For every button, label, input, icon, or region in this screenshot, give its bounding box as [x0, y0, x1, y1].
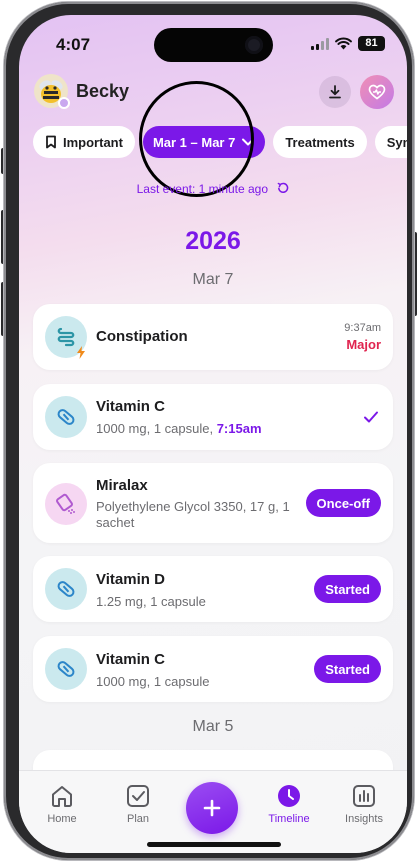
event-title: Vitamin C [96, 398, 165, 415]
severity-label: Major [346, 337, 381, 352]
timeline-card-vitamin-c-started[interactable]: Vitamin C 1000 mg, 1 capsule Started [33, 636, 393, 702]
sachet-icon-wrap [45, 483, 87, 525]
filter-chips: Important Mar 1 – Mar 7 Treatments Symp [33, 126, 407, 158]
pill-icon-wrap [45, 396, 87, 438]
chip-important[interactable]: Important [33, 126, 135, 158]
tab-plan-label: Plan [126, 813, 150, 825]
user-name: Becky [76, 81, 130, 101]
event-detail: Polyethylene Glycol 3350, 17 g, 1 sachet [96, 499, 290, 530]
bookmark-icon [46, 135, 56, 149]
last-event-text[interactable]: Last event: 1 minute ago [19, 182, 407, 196]
dynamic-island [154, 28, 273, 62]
battery-indicator: 81 [358, 36, 385, 51]
event-title: Miralax [96, 477, 148, 494]
pill-icon [57, 661, 75, 677]
bolt-icon [77, 346, 85, 359]
download-icon [329, 85, 341, 99]
event-title: Vitamin D [96, 571, 165, 588]
bottom-tab-bar: Home Plan Timeline Insights [19, 770, 407, 853]
checkbox-icon [127, 785, 149, 807]
avatar-status-badge [58, 97, 70, 109]
chip-symptoms-label: Symp [386, 134, 407, 150]
chip-treatments[interactable]: Treatments [273, 126, 367, 158]
symptom-icon-wrap [45, 316, 87, 359]
event-detail: 1000 mg, 1 capsule, 7:15am [96, 421, 262, 437]
event-detail: 1000 mg, 1 capsule [96, 674, 210, 689]
phone-frame: 4:07 81 Becky Important Mar 1 – Mar 7 Tr… [4, 2, 414, 860]
event-title: Vitamin C [96, 651, 165, 668]
status-indicators: 81 [311, 36, 385, 51]
app-screen: 4:07 81 Becky Important Mar 1 – Mar 7 Tr… [19, 15, 407, 853]
tab-timeline[interactable]: Timeline [259, 783, 319, 825]
avatar[interactable] [34, 74, 70, 109]
chip-important-label: Important [63, 134, 123, 150]
timeline-year: 2026 [185, 227, 241, 255]
last-event-label: Last event: 1 minute ago [136, 182, 269, 196]
chip-symptoms[interactable]: Symp [374, 126, 407, 158]
tab-plan[interactable]: Plan [108, 783, 168, 825]
tab-insights[interactable]: Insights [334, 783, 394, 825]
chip-treatments-label: Treatments [285, 134, 355, 150]
tab-home-label: Home [47, 813, 77, 825]
camera-icon [245, 36, 263, 54]
pill-icon-wrap [45, 568, 87, 610]
started-button[interactable]: Started [314, 655, 381, 683]
intestine-icon [57, 327, 75, 347]
home-icon [52, 786, 72, 807]
chevron-down-icon [242, 138, 255, 146]
chip-date-range[interactable]: Mar 1 – Mar 7 [142, 126, 266, 158]
heart-pulse-icon [368, 84, 386, 100]
download-button[interactable] [319, 76, 351, 108]
tab-insights-label: Insights [345, 813, 383, 825]
section-date: Mar 5 [192, 718, 234, 735]
home-indicator [147, 842, 281, 847]
tab-timeline-label: Timeline [268, 813, 310, 825]
once-off-button[interactable]: Once-off [305, 489, 381, 517]
cellular-signal-icon [311, 37, 329, 50]
timeline-card-vitamin-d[interactable]: Vitamin D 1.25 mg, 1 capsule Started [33, 556, 393, 622]
pill-icon [57, 409, 75, 425]
status-time: 4:07 [56, 35, 91, 54]
taken-time: 7:15am [216, 421, 262, 436]
pill-icon-wrap [45, 648, 87, 690]
plus-icon [203, 799, 221, 817]
add-event-button[interactable] [186, 782, 238, 834]
health-profile-button[interactable] [360, 75, 394, 109]
bar-chart-icon [353, 785, 375, 807]
started-button[interactable]: Started [314, 575, 381, 603]
tab-home[interactable]: Home [32, 783, 92, 825]
timeline-card-vitamin-c-taken[interactable]: Vitamin C 1000 mg, 1 capsule, 7:15am [33, 384, 393, 450]
pill-icon [57, 581, 75, 597]
clock-icon [278, 785, 300, 807]
event-time: 9:37am [344, 322, 381, 334]
timeline-card-constipation[interactable]: Constipation 9:37am Major [33, 304, 393, 370]
dose-text: 1000 mg, 1 capsule, [96, 421, 217, 436]
wifi-icon [335, 37, 352, 50]
chip-date-range-label: Mar 1 – Mar 7 [152, 134, 236, 150]
refresh-icon [278, 182, 289, 193]
sachet-icon [56, 493, 75, 514]
check-icon [364, 411, 378, 423]
section-date: Mar 7 [192, 271, 234, 288]
event-title: Constipation [96, 328, 188, 345]
timeline-card-miralax[interactable]: Miralax Polyethylene Glycol 3350, 17 g, … [33, 463, 393, 543]
event-detail: 1.25 mg, 1 capsule [96, 594, 206, 609]
